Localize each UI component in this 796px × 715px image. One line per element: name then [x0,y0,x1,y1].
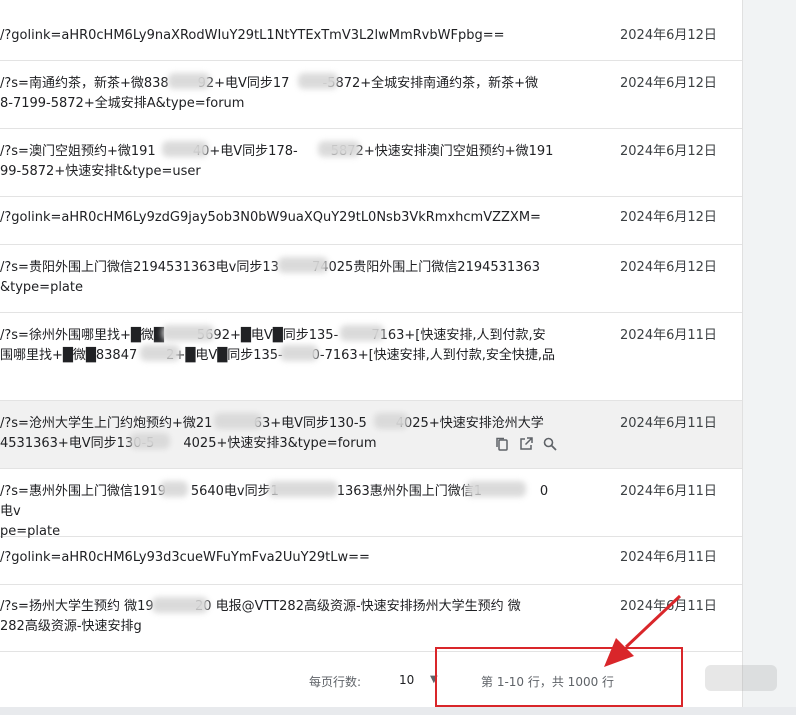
privacy-blur [160,481,188,497]
privacy-blur [340,325,384,341]
privacy-blur [318,141,360,157]
privacy-blur [214,413,262,429]
row-date: 2024年6月11日 [620,416,717,431]
open-in-new-icon[interactable] [518,436,534,452]
table-row[interactable]: /?s=扬州大学生预约 微19 20 电报@VTT282高级资源-快速安排扬州大… [0,585,742,652]
row-url[interactable]: /?golink=aHR0cHM6Ly9naXRodWIuY29tL1NtYTE… [0,26,560,46]
search-icon[interactable] [542,436,558,452]
rows-per-page-select[interactable]: 10 [399,673,414,687]
annotation-highlight-box [435,647,683,707]
row-actions [494,436,558,452]
row-date: 2024年6月12日 [620,260,717,275]
privacy-blur [278,257,328,273]
table-row[interactable]: /?s=南通约茶，新茶+微838 92+电V同步17 -5872+全城安排南通约… [0,61,742,129]
privacy-blur [130,433,170,449]
table-row[interactable]: /?s=澳门空姐预约+微191 40+电V同步178- 5872+快速安排澳门空… [0,129,742,197]
row-url[interactable]: /?golink=aHR0cHM6Ly93d3cueWFuYmFva2UuY29… [0,548,560,568]
table-row-hovered[interactable]: /?s=沧州大学生上门约炮预约+微21 63+电V同步130-5 4025+快速… [0,401,742,469]
privacy-blur [162,325,214,341]
row-date: 2024年6月11日 [620,328,717,343]
row-url[interactable]: /?s=沧州大学生上门约炮预约+微21 63+电V同步130-5 4025+快速… [0,414,560,454]
row-url[interactable]: /?s=扬州大学生预约 微19 20 电报@VTT282高级资源-快速安排扬州大… [0,597,560,637]
row-date: 2024年6月12日 [620,144,717,159]
row-date: 2024年6月11日 [620,599,717,614]
privacy-blur [466,481,526,497]
row-date: 2024年6月11日 [620,484,717,499]
privacy-blur [140,345,180,361]
row-url[interactable]: /?s=南通约茶，新茶+微838 92+电V同步17 -5872+全城安排南通约… [0,74,560,114]
privacy-blur [152,597,208,613]
page-background [743,0,796,715]
table-row[interactable]: /?golink=aHR0cHM6Ly9zdG9jay5ob3N0bW9uaXQ… [0,197,742,245]
privacy-blur [168,73,210,89]
row-date: 2024年6月11日 [620,550,717,565]
table-row[interactable]: /?s=贵阳外围上门微信2194531363电v同步13 74025贵阳外围上门… [0,245,742,313]
row-date: 2024年6月12日 [620,28,717,43]
row-url[interactable]: /?s=澳门空姐预约+微191 40+电V同步178- 5872+快速安排澳门空… [0,142,560,182]
table-row[interactable]: /?golink=aHR0cHM6Ly9naXRodWIuY29tL1NtYTE… [0,0,742,61]
row-date: 2024年6月12日 [620,210,717,225]
privacy-blur [374,413,408,429]
watermark [705,665,777,691]
privacy-blur [280,345,318,361]
results-table: /?golink=aHR0cHM6Ly9naXRodWIuY29tL1NtYTE… [0,0,743,715]
privacy-blur [268,481,338,497]
row-date: 2024年6月12日 [620,76,717,91]
table-row[interactable]: /?s=惠州外围上门微信1919 5640电v同步1 1363惠州外围上门微信1… [0,469,742,539]
table-row[interactable]: /?golink=aHR0cHM6Ly93d3cueWFuYmFva2UuY29… [0,537,742,585]
rows-per-page-label: 每页行数: [309,675,362,689]
row-url[interactable]: /?s=徐州外围哪里找+█微█ 5692+█电V█同步135- 7163+[快速… [0,326,560,366]
privacy-blur [162,141,208,157]
privacy-blur [298,73,338,89]
bottom-edge [0,707,796,715]
row-url[interactable]: /?golink=aHR0cHM6Ly9zdG9jay5ob3N0bW9uaXQ… [0,208,560,228]
copy-icon[interactable] [494,436,510,452]
